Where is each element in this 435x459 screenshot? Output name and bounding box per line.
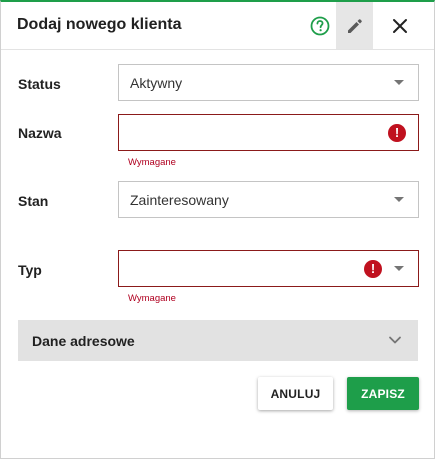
status-select[interactable]: Aktywny [118,64,419,101]
type-select[interactable]: ! [118,250,419,287]
status-label: Status [18,76,61,92]
close-button[interactable] [381,2,418,49]
error-icon: ! [364,260,382,278]
dialog-header: Dodaj nowego klienta [1,2,434,50]
error-icon: ! [388,124,406,142]
state-select[interactable]: Zainteresowany [118,181,419,218]
cancel-button[interactable]: ANULUJ [258,377,333,410]
save-button[interactable]: ZAPISZ [347,377,419,410]
name-helper-text: Wymagane [128,157,176,168]
add-client-dialog: Dodaj nowego klienta Status Aktywny Nazw… [0,0,435,459]
status-value: Aktywny [130,75,183,91]
dropdown-arrow-icon [394,197,404,202]
dropdown-arrow-icon [394,80,404,85]
help-icon [310,16,329,35]
help-button[interactable] [301,2,338,49]
type-helper-text: Wymagane [128,293,176,304]
dialog-title: Dodaj nowego klienta [17,16,182,33]
name-input[interactable]: ! [118,114,419,151]
address-section-title: Dane adresowe [32,333,135,349]
pencil-icon [347,18,362,33]
dropdown-arrow-icon [394,266,404,271]
address-section-toggle[interactable]: Dane adresowe [18,320,418,361]
close-icon [392,18,407,33]
state-value: Zainteresowany [130,192,229,208]
chevron-down-icon [389,336,401,344]
type-label: Typ [18,262,42,278]
name-label: Nazwa [18,125,62,141]
state-label: Stan [18,193,49,209]
edit-button[interactable] [336,2,373,49]
